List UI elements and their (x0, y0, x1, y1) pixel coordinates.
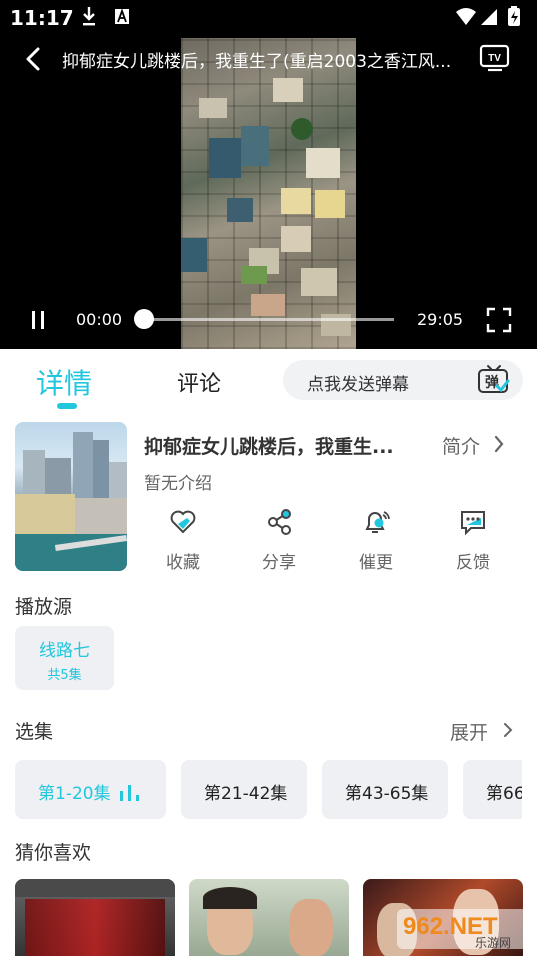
heart-icon (170, 510, 196, 534)
watermark-logo: 962.NET 乐游网 (397, 905, 529, 953)
episode-range-label: 第21-42集 (204, 784, 288, 804)
tab-detail[interactable]: 详情 (36, 362, 92, 402)
player-top-bar: 抑郁症女儿跳楼后，我重生了(重启2003之香江风... TV (0, 38, 537, 78)
source-section-title: 播放源 (15, 596, 73, 618)
feedback-label: 反馈 (456, 553, 490, 573)
status-system-icons (455, 6, 525, 32)
status-bar: 11:17 (0, 0, 537, 34)
episode-range-66[interactable]: 第66 (463, 760, 522, 819)
recommend-item-1[interactable] (15, 879, 175, 956)
source-name: 线路七 (39, 641, 90, 661)
intro-chevron-icon[interactable] (493, 434, 505, 454)
share-icon (268, 509, 291, 535)
source-count: 共5集 (47, 668, 82, 683)
playing-bars-icon (120, 785, 139, 801)
urge-update-label: 催更 (359, 553, 393, 573)
screen: { "status_bar": { "time": "11:17" }, "pl… (0, 0, 537, 956)
fullscreen-icon (486, 307, 512, 333)
episode-range-label: 第66 (486, 784, 522, 804)
tab-comment[interactable]: 评论 (177, 366, 221, 398)
danmu-placeholder: 点我发送弹幕 (307, 375, 409, 395)
total-time: 29:05 (417, 310, 464, 329)
intro-text: 暂无介绍 (144, 474, 212, 494)
episode-range-label: 第1-20集 (38, 784, 111, 804)
urge-update-button[interactable]: 催更 (346, 508, 406, 578)
intro-link[interactable]: 简介 (442, 432, 480, 459)
svg-text:TV: TV (488, 53, 501, 64)
video-player[interactable]: 11:17 抑郁症女儿跳楼后，我重生了(重启2003之香江风... TV 00:… (0, 0, 537, 349)
danmu-input[interactable]: 点我发送弹幕 弹 (283, 360, 523, 400)
episode-range-21-42[interactable]: 第21-42集 (181, 760, 307, 819)
feedback-button[interactable]: 反馈 (443, 508, 503, 578)
seek-bar[interactable] (144, 318, 394, 321)
status-time: 11:17 (10, 6, 74, 30)
share-button[interactable]: 分享 (249, 508, 309, 578)
episodes-section-title: 选集 (15, 721, 54, 743)
back-arrow-icon (26, 47, 40, 71)
cast-tv-button[interactable]: TV (478, 42, 512, 74)
detail-tabs: 详情 评论 点我发送弹幕 弹 (0, 352, 537, 412)
favorite-label: 收藏 (166, 553, 200, 573)
video-title: 抑郁症女儿跳楼后，我重生了(重启2003之香江风... (62, 52, 452, 72)
seek-thumb[interactable] (134, 309, 154, 329)
signal-battery-icon (456, 6, 520, 26)
episode-range-1-20[interactable]: 第1-20集 (15, 760, 166, 819)
expand-chevron-icon[interactable] (503, 721, 513, 739)
favorite-button[interactable]: 收藏 (153, 508, 213, 578)
episode-range-label: 第43-65集 (345, 784, 429, 804)
watermark-subtext: 乐游网 (475, 936, 511, 950)
show-poster[interactable] (15, 422, 127, 571)
expand-link[interactable]: 展开 (450, 718, 488, 745)
fullscreen-button[interactable] (486, 307, 512, 333)
tab-indicator (57, 403, 77, 409)
share-label: 分享 (262, 553, 296, 573)
download-icon (83, 7, 129, 26)
pause-button[interactable] (26, 309, 50, 331)
show-title: 抑郁症女儿跳楼后，我重生... (144, 436, 394, 458)
tv-icon: TV (479, 44, 510, 72)
danmu-icon-text: 弹 (485, 374, 499, 391)
source-option[interactable]: 线路七 共5集 (15, 626, 114, 690)
danmu-tv-icon[interactable]: 弹 (477, 364, 511, 396)
current-time: 00:00 (76, 310, 123, 329)
bell-icon (365, 511, 390, 533)
recommend-item-2[interactable] (189, 879, 349, 956)
episode-range-43-65[interactable]: 第43-65集 (322, 760, 448, 819)
episode-range-list: 第1-20集 第21-42集 第43-65集 第66 (15, 760, 522, 820)
back-button[interactable] (18, 44, 48, 74)
feedback-icon (461, 511, 485, 536)
status-notification-icons (80, 6, 140, 32)
player-controls: 00:00 29:05 (0, 300, 537, 340)
pause-icon (32, 311, 44, 329)
recommend-section-title: 猜你喜欢 (15, 842, 92, 864)
